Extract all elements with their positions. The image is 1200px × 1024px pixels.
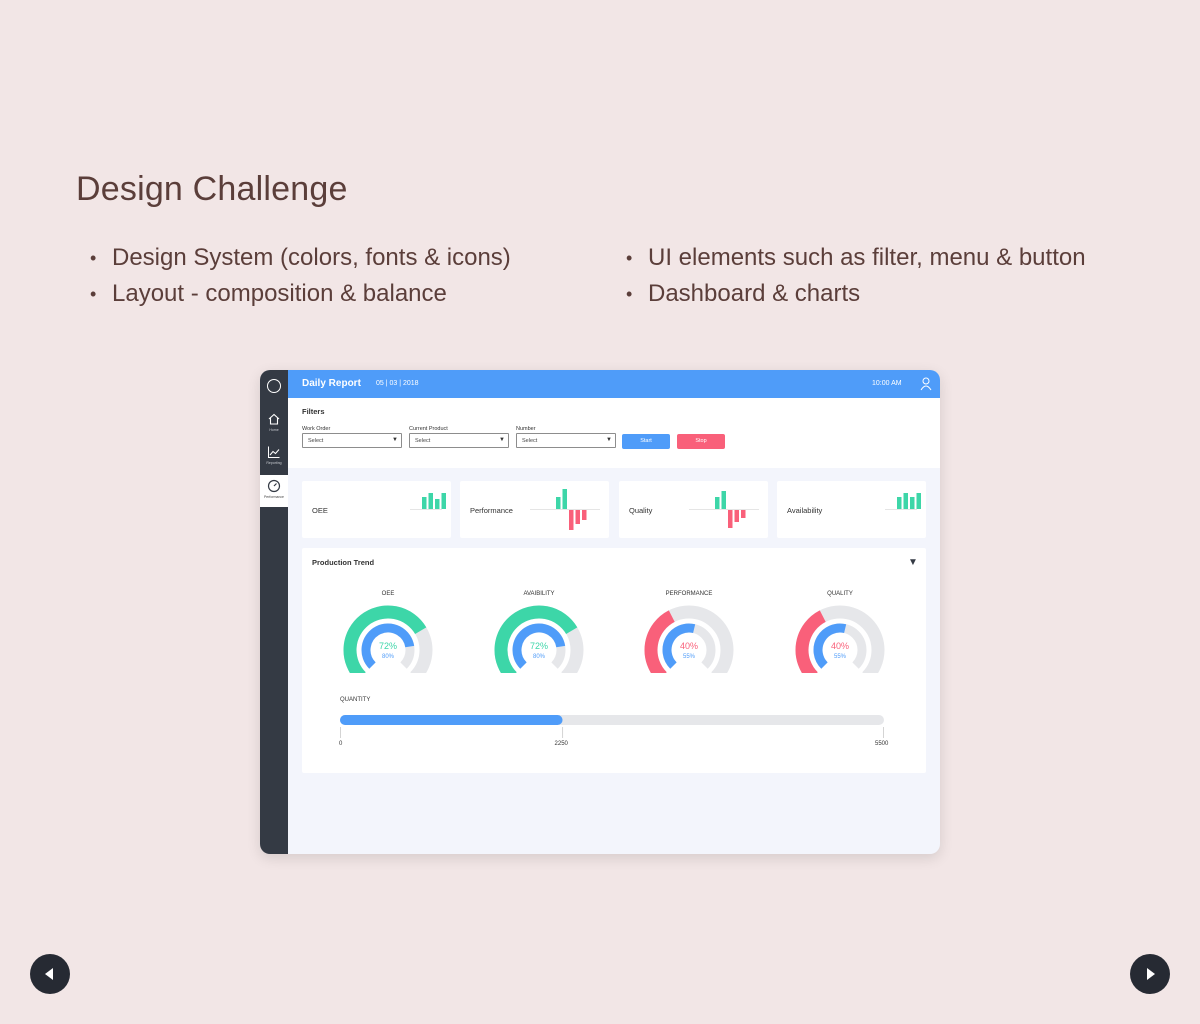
gauge-label: QUALITY	[827, 591, 853, 597]
kpi-sparkline	[530, 489, 600, 530]
sidebar-item-reporting[interactable]: Reporting	[260, 441, 288, 473]
quantity-tick-label: 0	[339, 741, 343, 747]
kpi-bar-positive	[903, 493, 908, 509]
quantity-label: QUANTITY	[340, 697, 371, 703]
arrow-left-icon	[45, 968, 53, 980]
filters-title: Filters	[302, 407, 325, 416]
bullet-list-right: • UI elements such as filter, menu & butt…	[626, 240, 1086, 312]
gauge-sub-value: 80%	[382, 654, 395, 660]
next-slide-button[interactable]	[1130, 954, 1170, 994]
gauge-sub-value: 80%	[533, 654, 546, 660]
gauge-label: AVAIBILITY	[523, 591, 555, 597]
filter-current-product: Current Product Select ▼	[409, 426, 509, 448]
kpi-bar-negative	[728, 510, 733, 528]
previous-slide-button[interactable]	[30, 954, 70, 994]
gauge-sub-value: 55%	[683, 654, 696, 660]
production-trend-title: Production Trend	[312, 558, 375, 567]
kpi-sparkline	[410, 493, 446, 510]
bullet-item: • Layout - composition & balance	[90, 280, 447, 307]
kpi-sparkline	[689, 491, 759, 528]
gauge-main-value: 40%	[680, 641, 698, 651]
filters-panel: Filters Work Order Select ▼ Current Produ…	[288, 398, 940, 468]
gauge-oee: 72% 80%	[343, 605, 433, 673]
caret-down-icon: ▼	[499, 437, 505, 443]
gauge-label: PERFORMANCE	[665, 591, 713, 597]
kpi-card-quality[interactable]: Quality	[619, 481, 768, 538]
filter-work-order: Work Order Select ▼	[302, 426, 402, 448]
page-title: Daily Report	[302, 378, 361, 389]
sidebar-item-label: Performance	[263, 495, 285, 499]
current-time: 10:00 AM	[872, 380, 902, 387]
kpi-bar-positive	[422, 497, 427, 509]
start-button[interactable]: Start	[622, 434, 670, 449]
kpi-bar-positive	[428, 493, 433, 509]
quantity-tick-label: 2250	[554, 741, 568, 747]
sidebar-item-performance[interactable]: Performance	[260, 475, 288, 507]
bullet-list-left: • Design System (colors, fonts & icons) •…	[90, 240, 511, 312]
sidebar-item-home[interactable]: Home	[260, 408, 288, 440]
report-date: 05 | 03 | 2018	[376, 380, 419, 387]
kpi-bar-negative	[734, 510, 739, 522]
kpi-bar-negative	[569, 510, 574, 530]
top-bar: Daily Report 05 | 03 | 2018 10:00 AM	[288, 370, 940, 398]
quantity-tick-label: 5500	[875, 741, 889, 747]
kpi-bar-negative	[741, 510, 746, 518]
sidebar-item-label: Reporting	[266, 461, 282, 465]
kpi-bar-positive	[556, 497, 561, 509]
kpi-bar-positive	[910, 497, 915, 509]
kpi-bar-negative	[582, 510, 587, 520]
caret-down-icon: ▼	[392, 437, 398, 443]
stop-button[interactable]: Stop	[677, 434, 725, 449]
bullet-item: • Design System (colors, fonts & icons)	[90, 244, 511, 271]
sidebar-item-label: Home	[269, 428, 279, 432]
kpi-bar-positive	[721, 491, 726, 509]
gauge-sub-value: 55%	[834, 654, 847, 660]
gauge-performance: 40% 55%	[644, 605, 734, 673]
sidebar: Home Reporting Performance	[260, 370, 288, 854]
quantity-fill	[340, 715, 563, 725]
filter-label: Work Order	[302, 426, 331, 432]
dashboard-mockup: Home Reporting Performance Daily Report …	[260, 370, 940, 854]
slide-title: Design Challenge	[76, 170, 348, 208]
user-icon[interactable]	[920, 376, 932, 392]
bullet-item: • UI elements such as filter, menu & butt…	[626, 244, 1086, 271]
chart-line-icon	[268, 446, 280, 458]
gauge-quality: 40% 55%	[795, 605, 885, 673]
bullet-item: • Dashboard & charts	[626, 280, 861, 307]
kpi-card-performance[interactable]: Performance	[460, 481, 609, 538]
kpi-card-oee[interactable]: OEE	[302, 481, 451, 538]
caret-down-icon[interactable]: ▼	[908, 557, 918, 568]
arrow-right-icon	[1147, 968, 1155, 980]
gauge-availability: 72% 80%	[494, 605, 584, 673]
filter-number: Number Select ▼	[516, 426, 616, 448]
speedometer-icon	[267, 479, 281, 493]
kpi-bar-positive	[715, 497, 720, 509]
kpi-bar-negative	[575, 510, 580, 524]
current-product-select[interactable]: Select ▼	[409, 433, 509, 448]
kpi-bar-positive	[897, 497, 902, 509]
number-select[interactable]: Select ▼	[516, 433, 616, 448]
gauge-label: OEE	[381, 591, 395, 597]
gauge-main-value: 72%	[530, 641, 548, 651]
kpi-sparkline	[885, 493, 921, 510]
caret-down-icon: ▼	[606, 437, 612, 443]
kpi-bar-positive	[441, 493, 446, 509]
kpi-bar-positive	[916, 493, 921, 509]
kpi-bar-positive	[435, 499, 440, 509]
work-order-select[interactable]: Select ▼	[302, 433, 402, 448]
filter-label: Current Product	[409, 426, 448, 432]
logo-circle-icon	[267, 379, 281, 393]
gauge-main-value: 40%	[831, 641, 849, 651]
home-icon	[268, 413, 280, 425]
filter-label: Number	[516, 426, 536, 432]
production-trend-panel: Production Trend ▼ OEE AVAIBILITY PERFOR…	[302, 548, 926, 773]
kpi-card-availability[interactable]: Availability	[777, 481, 926, 538]
quantity-bar	[340, 715, 884, 738]
gauge-main-value: 72%	[379, 641, 397, 651]
kpi-bar-positive	[562, 489, 567, 509]
